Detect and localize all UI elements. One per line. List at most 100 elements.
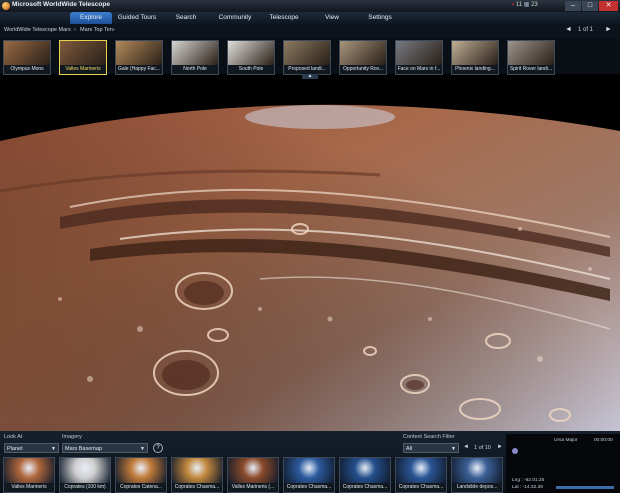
imagery-preview-icon: [172, 458, 222, 483]
star-icon: [512, 448, 518, 454]
imagery-preview-icon: [340, 458, 390, 483]
context-thumbnail[interactable]: Valles Marineris: [3, 457, 55, 493]
menu-explore[interactable]: Explore: [70, 12, 112, 24]
context-filter-select[interactable]: All ▼: [403, 443, 459, 453]
context-thumbnail[interactable]: Coprates Chasma...: [283, 457, 335, 493]
imagery-label: Imagery: [62, 434, 82, 440]
thumbnail-label: Coprates Catena...: [116, 483, 166, 492]
collection-thumbnail[interactable]: North Pole: [171, 40, 219, 75]
bottom-page-indicator: 1 of 10: [474, 445, 491, 451]
menu-telescope[interactable]: Telescope: [262, 12, 306, 24]
imagery-preview-icon: [60, 458, 110, 483]
mars-surface: [0, 104, 620, 431]
look-at-value: Planet: [7, 446, 23, 452]
imagery-select[interactable]: Mars Basemap ▼: [62, 443, 148, 453]
mars-crater-icon: [116, 41, 162, 65]
prev-page-icon[interactable]: ◄: [565, 26, 572, 33]
mars-terrain-icon: [284, 41, 330, 65]
tray-count: 11: [515, 2, 523, 8]
collection-thumbnail[interactable]: Opportunity Rov...: [339, 40, 387, 75]
next-page-icon[interactable]: ►: [605, 26, 612, 33]
thumbnail-label: Proposed landi...: [284, 65, 330, 74]
clock-time: 00:00:00: [594, 438, 613, 443]
progress-bar: [556, 486, 614, 489]
mars-face-icon: [396, 41, 442, 65]
imagery-value: Mars Basemap: [65, 446, 102, 452]
close-button[interactable]: ✕: [599, 1, 618, 11]
mars-terrain-icon: [4, 41, 50, 65]
context-filter-label: Context Search Filter: [403, 434, 455, 440]
thumbnail-label: Coprates Chasma...: [340, 483, 390, 492]
thumbnail-label: Coprates Chasma...: [172, 483, 222, 492]
latitude-readout: Lat : -14.32.39: [512, 485, 543, 490]
collection-thumbnail[interactable]: Gale (Happy Fac...: [115, 40, 163, 75]
thumbnail-label: Landslide depos...: [452, 483, 502, 492]
breadcrumb-item[interactable]: Mars Top Ten: [80, 27, 113, 33]
longitude-readout: Lng : -62.01.25: [512, 478, 545, 483]
context-thumbnail[interactable]: Valles Marineris (...: [227, 457, 279, 493]
context-filter-value: All: [406, 446, 413, 452]
thumbnail-label: Opportunity Rov...: [340, 65, 386, 74]
collection-thumbnail[interactable]: Spirit Rover landi...: [507, 40, 555, 75]
chevron-down-icon: ▼: [140, 446, 145, 452]
page-indicator: 1 of 1: [578, 27, 594, 33]
menu-guided-tours[interactable]: Guided Tours: [114, 12, 160, 24]
tray-flag-icon: ▪: [512, 2, 515, 8]
info-icon[interactable]: ?: [153, 443, 163, 453]
thumbnail-label: Coprates (100 km): [60, 483, 110, 492]
context-thumbnail[interactable]: Coprates Catena...: [115, 457, 167, 493]
context-thumbnail[interactable]: Coprates Chasma...: [171, 457, 223, 493]
collection-thumbnail[interactable]: Valles Marineris: [59, 40, 107, 75]
imagery-preview-icon: [4, 458, 54, 483]
mars-terrain-icon: [60, 41, 106, 65]
imagery-preview-icon: [228, 458, 278, 483]
context-thumbnail[interactable]: Coprates Chasma...: [395, 457, 447, 493]
collection-thumbnail[interactable]: Olympus Mons: [3, 40, 51, 75]
thumbnail-label: Valles Marineris: [60, 65, 106, 74]
collection-thumbnail[interactable]: Proposed landi...: [283, 40, 331, 75]
imagery-preview-icon: [116, 458, 166, 483]
status-tray: ▪ 11 ▦ 23: [512, 1, 538, 8]
context-thumbnail[interactable]: Landslide depos...: [451, 457, 503, 493]
constellation-name: Ursa Major: [554, 438, 578, 443]
next-page-icon[interactable]: ►: [497, 444, 503, 450]
maximize-button[interactable]: □: [582, 1, 598, 11]
imagery-preview-icon: [452, 458, 502, 483]
breadcrumb-separator: ›: [113, 27, 115, 33]
thumbnail-label: South Pole: [228, 65, 274, 74]
collection-thumbnail[interactable]: South Pole: [227, 40, 275, 75]
breadcrumb-item[interactable]: WorldWide Telescope Mars: [4, 27, 71, 33]
tray-count: 23: [531, 2, 538, 8]
prev-page-icon[interactable]: ◄: [463, 444, 469, 450]
context-thumbnail[interactable]: Coprates (100 km): [59, 457, 111, 493]
app-logo-icon: [2, 2, 10, 10]
thumbnail-label: Olympus Mons: [4, 65, 50, 74]
mars-rover-icon: [508, 41, 554, 65]
collection-thumbnail[interactable]: Phoenix landing...: [451, 40, 499, 75]
mars-pole-icon: [172, 41, 218, 65]
look-at-select[interactable]: Planet ▼: [4, 443, 59, 453]
thumbnail-label: Valles Marineris (...: [228, 483, 278, 492]
thumbnail-label: Coprates Chasma...: [284, 483, 334, 492]
thumbnail-label: Coprates Chasma...: [396, 483, 446, 492]
planet-view[interactable]: [0, 79, 620, 431]
thumbnail-label: Spirit Rover landi...: [508, 65, 554, 74]
menu-search[interactable]: Search: [166, 12, 206, 24]
look-at-label: Look At: [4, 434, 23, 440]
menu-community[interactable]: Community: [212, 12, 258, 24]
context-thumbnail[interactable]: Coprates Chasma...: [339, 457, 391, 493]
breadcrumb-separator: ›: [74, 27, 76, 33]
thumbnail-label: Phoenix landing...: [452, 65, 498, 74]
minimize-button[interactable]: –: [565, 1, 581, 11]
window-title: Microsoft WorldWide Telescope: [12, 1, 110, 8]
imagery-preview-icon: [284, 458, 334, 483]
chevron-down-icon: ▼: [451, 446, 456, 452]
mars-rover-icon: [340, 41, 386, 65]
menu-settings[interactable]: Settings: [360, 12, 400, 24]
menu-view[interactable]: View: [314, 12, 350, 24]
thumbnail-label: Face on Mars in f...: [396, 65, 442, 74]
chevron-down-icon: ▼: [51, 446, 56, 452]
tray-grid-icon: ▦: [523, 2, 530, 8]
thumbnail-label: Valles Marineris: [4, 483, 54, 492]
collection-thumbnail[interactable]: Face on Mars in f...: [395, 40, 443, 75]
